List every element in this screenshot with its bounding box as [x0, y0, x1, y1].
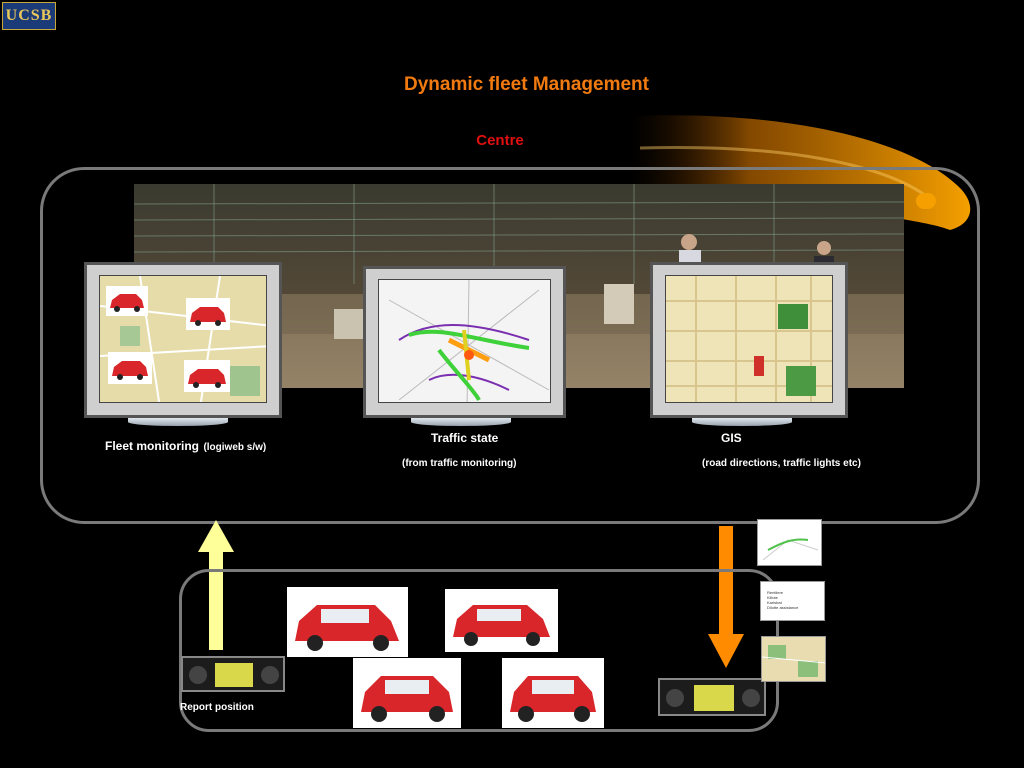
monitor-stand	[128, 418, 228, 426]
car-icon	[353, 658, 461, 728]
gis-map	[665, 275, 833, 403]
car-icon	[502, 658, 604, 728]
traffic-state-label: Traffic state	[431, 431, 499, 445]
fleet-monitoring-label: Fleet monitoring	[105, 439, 199, 453]
gis-monitor	[650, 262, 848, 418]
traffic-state-monitor	[363, 266, 566, 418]
ucsb-logo: UCSB	[2, 2, 56, 30]
monitor-stand	[692, 418, 792, 426]
car-icon	[108, 352, 152, 384]
traffic-map	[378, 279, 551, 403]
legend-thumbnail: Rentliere Kiliote Karlsbat Dilotte assis…	[760, 581, 825, 621]
car-icon	[184, 360, 230, 392]
fleet-map	[99, 275, 267, 403]
car-icon	[186, 298, 230, 330]
fleet-monitoring-monitor	[84, 262, 282, 418]
navigation-device-icon	[658, 678, 766, 716]
car-icon	[287, 587, 408, 657]
car-icon	[445, 589, 558, 652]
fleet-monitoring-caption: Fleet monitoring (logiweb s/w)	[105, 437, 266, 455]
monitor-stand	[411, 418, 511, 426]
gis-sub: (road directions, traffic lights etc)	[702, 458, 861, 469]
navigation-device-icon	[181, 656, 285, 692]
report-position-label: Report position	[180, 702, 254, 713]
traffic-state-sub: (from traffic monitoring)	[402, 458, 517, 469]
gis-label: GIS	[721, 431, 742, 445]
slide-title: Dynamic fleet Management	[404, 74, 649, 95]
legend-line: Dilotte assistance	[767, 605, 799, 610]
car-icon	[106, 286, 148, 316]
city-map-thumbnail	[761, 636, 826, 682]
route-map-thumbnail	[757, 519, 822, 566]
fleet-monitoring-sub: (logiweb s/w)	[203, 442, 267, 453]
